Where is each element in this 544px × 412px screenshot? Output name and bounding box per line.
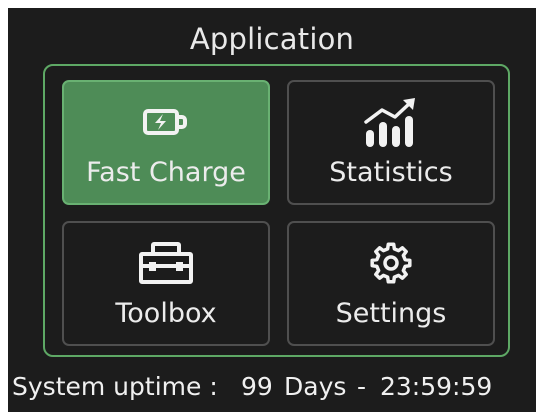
settings-label: Settings bbox=[335, 298, 447, 329]
toolbox-label: Toolbox bbox=[115, 298, 217, 329]
uptime-label: System uptime : bbox=[12, 372, 218, 401]
uptime-days-unit: Days bbox=[284, 372, 347, 401]
gear-icon bbox=[289, 233, 493, 293]
app-menu-panel: Fast Charge Statistics Toolbox Settings bbox=[43, 64, 510, 357]
uptime-days-value: 99 bbox=[241, 372, 273, 401]
uptime-separator: - bbox=[357, 372, 367, 401]
status-bar: System uptime : 99 Days - 23:59:59 bbox=[8, 370, 536, 404]
toolbox-icon bbox=[64, 233, 268, 293]
settings-tile[interactable]: Settings bbox=[287, 221, 495, 346]
device-screen: Application Fast Charge Statistics Toolb… bbox=[8, 8, 536, 412]
toolbox-tile[interactable]: Toolbox bbox=[62, 221, 270, 346]
statistics-label: Statistics bbox=[329, 157, 453, 188]
statistics-tile[interactable]: Statistics bbox=[287, 80, 495, 205]
app-title: Application bbox=[189, 22, 355, 56]
bar-chart-trend-icon bbox=[289, 92, 493, 152]
fast-charge-label: Fast Charge bbox=[86, 157, 246, 188]
uptime-time-value: 23:59:59 bbox=[380, 372, 493, 401]
fast-charge-tile[interactable]: Fast Charge bbox=[62, 80, 270, 205]
battery-charge-icon bbox=[64, 92, 268, 152]
